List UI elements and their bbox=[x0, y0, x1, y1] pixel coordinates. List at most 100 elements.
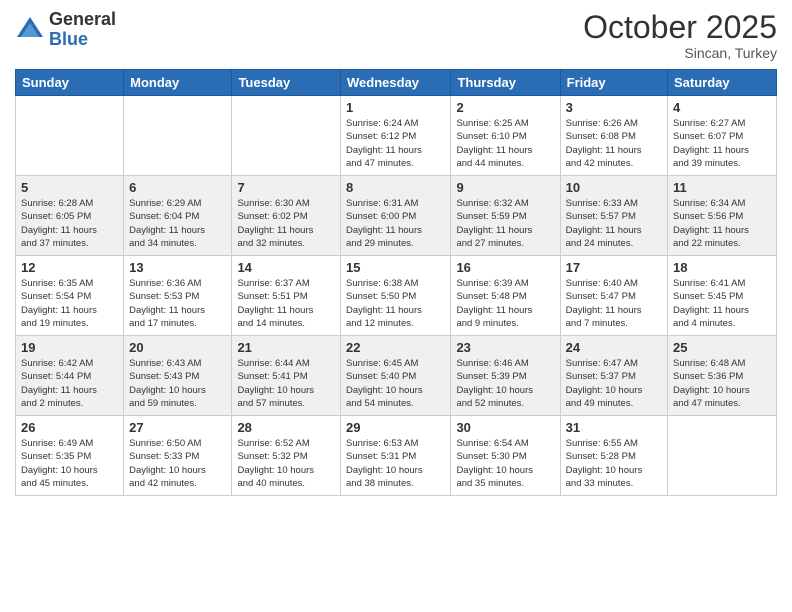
calendar-cell: 17 Sunrise: 6:40 AM Sunset: 5:47 PM Dayli… bbox=[560, 256, 667, 336]
calendar-cell: 19 Sunrise: 6:42 AM Sunset: 5:44 PM Dayli… bbox=[16, 336, 124, 416]
calendar-cell: 8 Sunrise: 6:31 AM Sunset: 6:00 PM Daylig… bbox=[341, 176, 451, 256]
calendar-cell: 11 Sunrise: 6:34 AM Sunset: 5:56 PM Dayli… bbox=[668, 176, 777, 256]
calendar-row-5: 26 Sunrise: 6:49 AM Sunset: 5:35 PM Dayli… bbox=[16, 416, 777, 496]
calendar-cell: 9 Sunrise: 6:32 AM Sunset: 5:59 PM Daylig… bbox=[451, 176, 560, 256]
day-number: 20 bbox=[129, 340, 226, 355]
calendar-cell: 1 Sunrise: 6:24 AM Sunset: 6:12 PM Daylig… bbox=[341, 96, 451, 176]
calendar-cell: 3 Sunrise: 6:26 AM Sunset: 6:08 PM Daylig… bbox=[560, 96, 667, 176]
day-number: 19 bbox=[21, 340, 118, 355]
day-number: 4 bbox=[673, 100, 771, 115]
weekday-header-thursday: Thursday bbox=[451, 70, 560, 96]
day-number: 26 bbox=[21, 420, 118, 435]
calendar-cell: 2 Sunrise: 6:25 AM Sunset: 6:10 PM Daylig… bbox=[451, 96, 560, 176]
day-number: 30 bbox=[456, 420, 554, 435]
logo-icon bbox=[15, 15, 45, 45]
day-number: 9 bbox=[456, 180, 554, 195]
day-info: Sunrise: 6:50 AM Sunset: 5:33 PM Dayligh… bbox=[129, 437, 226, 490]
day-info: Sunrise: 6:31 AM Sunset: 6:00 PM Dayligh… bbox=[346, 197, 445, 250]
day-info: Sunrise: 6:29 AM Sunset: 6:04 PM Dayligh… bbox=[129, 197, 226, 250]
day-number: 11 bbox=[673, 180, 771, 195]
calendar-cell: 18 Sunrise: 6:41 AM Sunset: 5:45 PM Dayli… bbox=[668, 256, 777, 336]
weekday-header-wednesday: Wednesday bbox=[341, 70, 451, 96]
day-info: Sunrise: 6:44 AM Sunset: 5:41 PM Dayligh… bbox=[237, 357, 335, 410]
day-info: Sunrise: 6:41 AM Sunset: 5:45 PM Dayligh… bbox=[673, 277, 771, 330]
day-info: Sunrise: 6:36 AM Sunset: 5:53 PM Dayligh… bbox=[129, 277, 226, 330]
day-info: Sunrise: 6:39 AM Sunset: 5:48 PM Dayligh… bbox=[456, 277, 554, 330]
weekday-header-row: SundayMondayTuesdayWednesdayThursdayFrid… bbox=[16, 70, 777, 96]
day-number: 31 bbox=[566, 420, 662, 435]
calendar-cell: 24Sunrise: 6:47 AM Sunset: 5:37 PM Dayli… bbox=[560, 336, 667, 416]
calendar-cell bbox=[668, 416, 777, 496]
day-number: 5 bbox=[21, 180, 118, 195]
day-number: 12 bbox=[21, 260, 118, 275]
day-number: 6 bbox=[129, 180, 226, 195]
calendar-cell: 7 Sunrise: 6:30 AM Sunset: 6:02 PM Daylig… bbox=[232, 176, 341, 256]
day-number: 16 bbox=[456, 260, 554, 275]
calendar-row-4: 19 Sunrise: 6:42 AM Sunset: 5:44 PM Dayli… bbox=[16, 336, 777, 416]
day-info: Sunrise: 6:25 AM Sunset: 6:10 PM Dayligh… bbox=[456, 117, 554, 170]
day-number: 1 bbox=[346, 100, 445, 115]
weekday-header-sunday: Sunday bbox=[16, 70, 124, 96]
calendar-cell: 25 Sunrise: 6:48 AM Sunset: 5:36 PM Dayli… bbox=[668, 336, 777, 416]
day-number: 29 bbox=[346, 420, 445, 435]
day-number: 14 bbox=[237, 260, 335, 275]
day-info: Sunrise: 6:28 AM Sunset: 6:05 PM Dayligh… bbox=[21, 197, 118, 250]
calendar-cell: 21Sunrise: 6:44 AM Sunset: 5:41 PM Dayli… bbox=[232, 336, 341, 416]
day-number: 17 bbox=[566, 260, 662, 275]
day-info: Sunrise: 6:32 AM Sunset: 5:59 PM Dayligh… bbox=[456, 197, 554, 250]
calendar-cell: 27Sunrise: 6:50 AM Sunset: 5:33 PM Dayli… bbox=[124, 416, 232, 496]
day-number: 2 bbox=[456, 100, 554, 115]
day-number: 22 bbox=[346, 340, 445, 355]
day-number: 18 bbox=[673, 260, 771, 275]
day-info: Sunrise: 6:52 AM Sunset: 5:32 PM Dayligh… bbox=[237, 437, 335, 490]
day-info: Sunrise: 6:42 AM Sunset: 5:44 PM Dayligh… bbox=[21, 357, 118, 410]
day-info: Sunrise: 6:43 AM Sunset: 5:43 PM Dayligh… bbox=[129, 357, 226, 410]
calendar-cell: 5 Sunrise: 6:28 AM Sunset: 6:05 PM Daylig… bbox=[16, 176, 124, 256]
calendar-cell: 29Sunrise: 6:53 AM Sunset: 5:31 PM Dayli… bbox=[341, 416, 451, 496]
day-number: 13 bbox=[129, 260, 226, 275]
day-number: 8 bbox=[346, 180, 445, 195]
day-number: 25 bbox=[673, 340, 771, 355]
day-info: Sunrise: 6:40 AM Sunset: 5:47 PM Dayligh… bbox=[566, 277, 662, 330]
weekday-header-tuesday: Tuesday bbox=[232, 70, 341, 96]
page: General Blue October 2025 Sincan, Turkey… bbox=[0, 0, 792, 612]
calendar-cell: 10Sunrise: 6:33 AM Sunset: 5:57 PM Dayli… bbox=[560, 176, 667, 256]
logo-text: General Blue bbox=[49, 10, 116, 50]
calendar-cell: 22 Sunrise: 6:45 AM Sunset: 5:40 PM Dayli… bbox=[341, 336, 451, 416]
day-number: 3 bbox=[566, 100, 662, 115]
day-number: 10 bbox=[566, 180, 662, 195]
day-info: Sunrise: 6:38 AM Sunset: 5:50 PM Dayligh… bbox=[346, 277, 445, 330]
calendar-cell: 15 Sunrise: 6:38 AM Sunset: 5:50 PM Dayli… bbox=[341, 256, 451, 336]
weekday-header-monday: Monday bbox=[124, 70, 232, 96]
calendar-cell: 6 Sunrise: 6:29 AM Sunset: 6:04 PM Daylig… bbox=[124, 176, 232, 256]
calendar-row-3: 12 Sunrise: 6:35 AM Sunset: 5:54 PM Dayli… bbox=[16, 256, 777, 336]
day-info: Sunrise: 6:35 AM Sunset: 5:54 PM Dayligh… bbox=[21, 277, 118, 330]
day-info: Sunrise: 6:26 AM Sunset: 6:08 PM Dayligh… bbox=[566, 117, 662, 170]
day-number: 28 bbox=[237, 420, 335, 435]
day-number: 7 bbox=[237, 180, 335, 195]
calendar-cell: 12 Sunrise: 6:35 AM Sunset: 5:54 PM Dayli… bbox=[16, 256, 124, 336]
day-number: 24 bbox=[566, 340, 662, 355]
calendar-cell bbox=[232, 96, 341, 176]
day-info: Sunrise: 6:34 AM Sunset: 5:56 PM Dayligh… bbox=[673, 197, 771, 250]
calendar-cell: 23Sunrise: 6:46 AM Sunset: 5:39 PM Dayli… bbox=[451, 336, 560, 416]
day-info: Sunrise: 6:30 AM Sunset: 6:02 PM Dayligh… bbox=[237, 197, 335, 250]
calendar-cell: 20 Sunrise: 6:43 AM Sunset: 5:43 PM Dayli… bbox=[124, 336, 232, 416]
location-subtitle: Sincan, Turkey bbox=[583, 45, 777, 61]
day-info: Sunrise: 6:48 AM Sunset: 5:36 PM Dayligh… bbox=[673, 357, 771, 410]
calendar-cell: 30 Sunrise: 6:54 AM Sunset: 5:30 PM Dayli… bbox=[451, 416, 560, 496]
logo: General Blue bbox=[15, 10, 116, 50]
day-info: Sunrise: 6:49 AM Sunset: 5:35 PM Dayligh… bbox=[21, 437, 118, 490]
day-info: Sunrise: 6:54 AM Sunset: 5:30 PM Dayligh… bbox=[456, 437, 554, 490]
day-info: Sunrise: 6:45 AM Sunset: 5:40 PM Dayligh… bbox=[346, 357, 445, 410]
calendar-row-1: 1 Sunrise: 6:24 AM Sunset: 6:12 PM Daylig… bbox=[16, 96, 777, 176]
calendar-cell: 4Sunrise: 6:27 AM Sunset: 6:07 PM Daylig… bbox=[668, 96, 777, 176]
calendar-cell: 31Sunrise: 6:55 AM Sunset: 5:28 PM Dayli… bbox=[560, 416, 667, 496]
calendar-cell: 16 Sunrise: 6:39 AM Sunset: 5:48 PM Dayli… bbox=[451, 256, 560, 336]
day-info: Sunrise: 6:37 AM Sunset: 5:51 PM Dayligh… bbox=[237, 277, 335, 330]
logo-general: General bbox=[49, 9, 116, 29]
day-number: 15 bbox=[346, 260, 445, 275]
calendar-cell: 13 Sunrise: 6:36 AM Sunset: 5:53 PM Dayli… bbox=[124, 256, 232, 336]
logo-blue: Blue bbox=[49, 29, 88, 49]
day-info: Sunrise: 6:24 AM Sunset: 6:12 PM Dayligh… bbox=[346, 117, 445, 170]
